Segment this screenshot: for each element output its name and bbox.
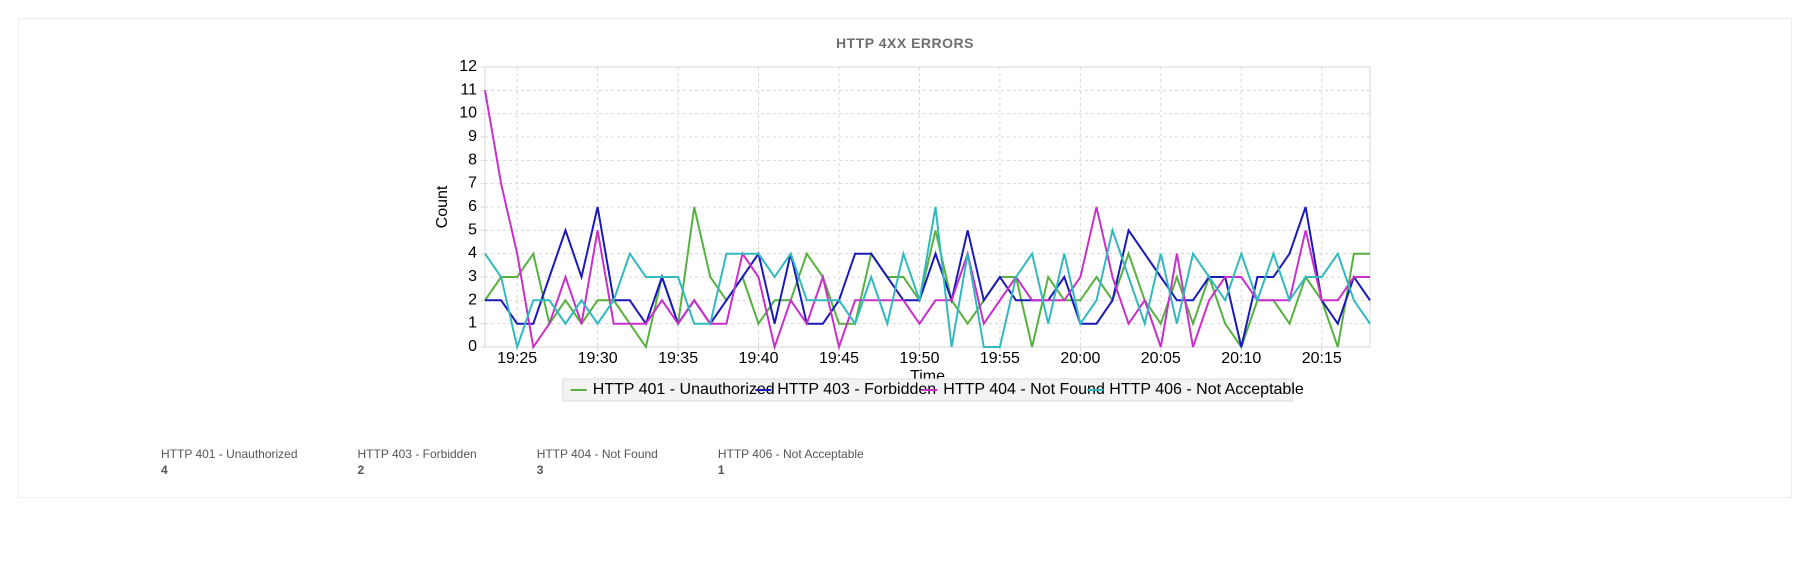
summary-stat-value: 4 [161,463,298,477]
y-axis-label: Count [434,185,451,228]
x-tick-label: 20:15 [1302,350,1342,367]
summary-stats-row: HTTP 401 - Unauthorized 4 HTTP 403 - Forbi… [31,437,1779,477]
summary-stat-value: 2 [358,463,477,477]
y-tick-label: 9 [468,128,477,145]
y-tick-label: 10 [459,105,477,122]
x-tick-label: 19:35 [658,350,698,367]
summary-stat-label: HTTP 406 - Not Acceptable [718,447,864,461]
y-tick-label: 12 [459,59,477,75]
y-tick-label: 3 [468,268,477,285]
y-tick-label: 2 [468,291,477,308]
summary-stat: HTTP 401 - Unauthorized 4 [161,447,298,477]
x-tick-label: 19:25 [497,350,537,367]
summary-stat-label: HTTP 401 - Unauthorized [161,447,298,461]
summary-stat-label: HTTP 404 - Not Found [537,447,658,461]
summary-stat-value: 1 [718,463,864,477]
chart-panel: HTTP 4XX ERRORS 012345678910111219:2519:… [18,18,1792,498]
x-tick-label: 20:10 [1221,350,1261,367]
y-tick-label: 1 [468,315,477,332]
x-tick-label: 19:50 [899,350,939,367]
y-tick-label: 5 [468,221,477,238]
x-tick-label: 20:05 [1141,350,1181,367]
legend-label[interactable]: HTTP 401 - Unauthorized [593,381,775,398]
y-tick-label: 11 [460,81,477,98]
summary-stat: HTTP 404 - Not Found 3 [537,447,658,477]
summary-stat-label: HTTP 403 - Forbidden [358,447,477,461]
y-tick-label: 0 [468,338,477,355]
summary-stat: HTTP 403 - Forbidden 2 [358,447,477,477]
y-tick-label: 7 [468,175,477,192]
legend-label[interactable]: HTTP 403 - Forbidden [777,381,936,398]
chart-container: 012345678910111219:2519:3019:3519:4019:4… [430,59,1380,419]
x-tick-label: 19:55 [980,350,1020,367]
x-tick-label: 20:00 [1060,350,1100,367]
y-tick-label: 4 [468,245,477,262]
chart-title: HTTP 4XX ERRORS [31,35,1779,51]
x-tick-label: 19:45 [819,350,859,367]
summary-stat: HTTP 406 - Not Acceptable 1 [718,447,864,477]
legend-label[interactable]: HTTP 404 - Not Found [943,381,1105,398]
x-tick-label: 19:40 [739,350,779,367]
line-chart: 012345678910111219:2519:3019:3519:4019:4… [430,59,1380,419]
summary-stat-value: 3 [537,463,658,477]
legend-label[interactable]: HTTP 406 - Not Acceptable [1109,381,1304,398]
y-tick-label: 6 [468,198,477,215]
y-tick-label: 8 [468,151,477,168]
x-tick-label: 19:30 [578,350,618,367]
